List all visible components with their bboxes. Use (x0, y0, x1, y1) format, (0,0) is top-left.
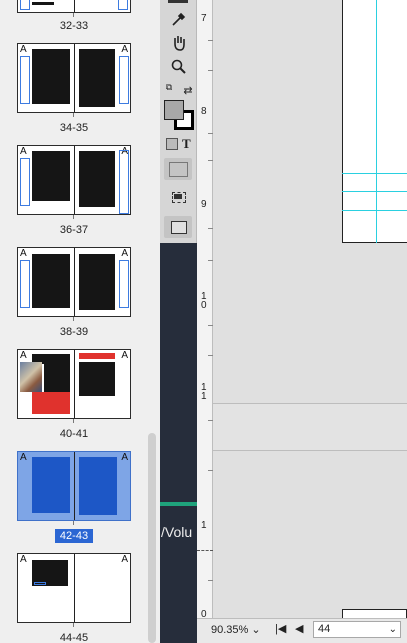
ruler-label: 1 (201, 520, 207, 531)
normal-mode-icon[interactable] (164, 158, 192, 180)
swap-colors-icon[interactable]: ⧉ (163, 81, 175, 93)
master-label: A (20, 44, 27, 55)
spread-spine (74, 452, 75, 520)
spread-label[interactable]: 34-35 (17, 121, 131, 135)
guide-line (342, 210, 407, 211)
spread-thumbnail-36-37[interactable]: A A (17, 145, 131, 215)
spread-spine (74, 248, 75, 316)
spread-spine (74, 44, 75, 112)
guide-line (342, 173, 407, 174)
zoom-level-dropdown[interactable]: 90.35% ⌄ (211, 623, 261, 636)
ruler-label: 8 (201, 106, 207, 117)
spread-label[interactable]: 36-37 (17, 223, 131, 237)
vertical-ruler[interactable]: 7 8 9 1 0 1 1 1 0 (197, 0, 213, 620)
page-number-field[interactable]: 44 ⌄ (313, 621, 401, 638)
ruler-label: 1 0 (201, 291, 207, 311)
pages-panel-scrollbar[interactable] (148, 433, 156, 643)
accent-line (160, 502, 197, 506)
workspace-background (160, 243, 197, 643)
ruler-label: 7 (201, 13, 207, 24)
zoom-icon[interactable] (168, 56, 190, 78)
page-number-value: 44 (318, 623, 331, 635)
spread-thumbnail-42-43[interactable]: A A (17, 451, 131, 521)
photo-thumbnail (20, 362, 42, 392)
master-label: A (121, 554, 128, 565)
spread-label[interactable]: 38-39 (17, 325, 131, 339)
master-label: A (20, 350, 27, 361)
spread-spine (74, 0, 75, 12)
guide-line (376, 0, 377, 243)
screen-mode-icon[interactable] (166, 188, 190, 208)
spread-label[interactable]: 44-45 (17, 631, 131, 643)
spread-label-selected[interactable]: 42-43 (55, 529, 93, 543)
eyedropper-icon[interactable] (168, 8, 190, 30)
master-label: A (20, 146, 27, 157)
tool-partial (168, 0, 188, 3)
master-label: A (20, 248, 27, 259)
previous-page-button[interactable]: ◀ (295, 622, 303, 635)
master-label: A (121, 44, 128, 55)
fill-stroke-icon[interactable] (164, 100, 196, 132)
spread-label[interactable]: 32-33 (17, 19, 131, 33)
spread-spine (74, 554, 75, 622)
spread-thumbnail-44-45[interactable]: A A (17, 553, 131, 623)
preview-mode-icon[interactable] (164, 216, 192, 238)
master-label: A (121, 248, 128, 259)
pasteboard-band (213, 403, 407, 451)
guide-line (342, 191, 407, 192)
hand-icon[interactable] (168, 32, 190, 54)
spread-thumbnail-32-33[interactable] (17, 0, 131, 13)
spread-thumbnail-34-35[interactable]: A A (17, 43, 131, 113)
chevron-down-icon[interactable]: ⌄ (389, 622, 397, 637)
overlay-text: /Volu (161, 524, 193, 540)
formatting-container-icon[interactable] (166, 138, 178, 150)
master-label: A (121, 452, 128, 463)
first-page-button[interactable]: |◀ (275, 622, 286, 635)
document-page[interactable] (342, 0, 407, 243)
spread-thumbnail-40-41[interactable]: A A (17, 349, 131, 419)
tools-panel: ⧉ ⇄ T (160, 0, 197, 243)
ruler-label: 9 (201, 199, 207, 210)
swap-fill-stroke-icon[interactable]: ⇄ (182, 84, 194, 97)
formatting-text-icon[interactable]: T (182, 136, 191, 152)
ruler-label: 1 1 (201, 382, 207, 402)
spread-thumbnail-38-39[interactable]: A A (17, 247, 131, 317)
spread-label[interactable]: 40-41 (17, 427, 131, 441)
master-label: A (20, 554, 27, 565)
pages-panel: 32-33 A A 34-35 A A 36-37 A A 38-39 A A … (0, 0, 160, 643)
spread-spine (74, 350, 75, 418)
master-label: A (121, 350, 128, 361)
status-bar: 90.35% ⌄ |◀ ◀ 44 ⌄ (197, 618, 407, 643)
master-label: A (20, 452, 27, 463)
spread-spine (74, 146, 75, 214)
